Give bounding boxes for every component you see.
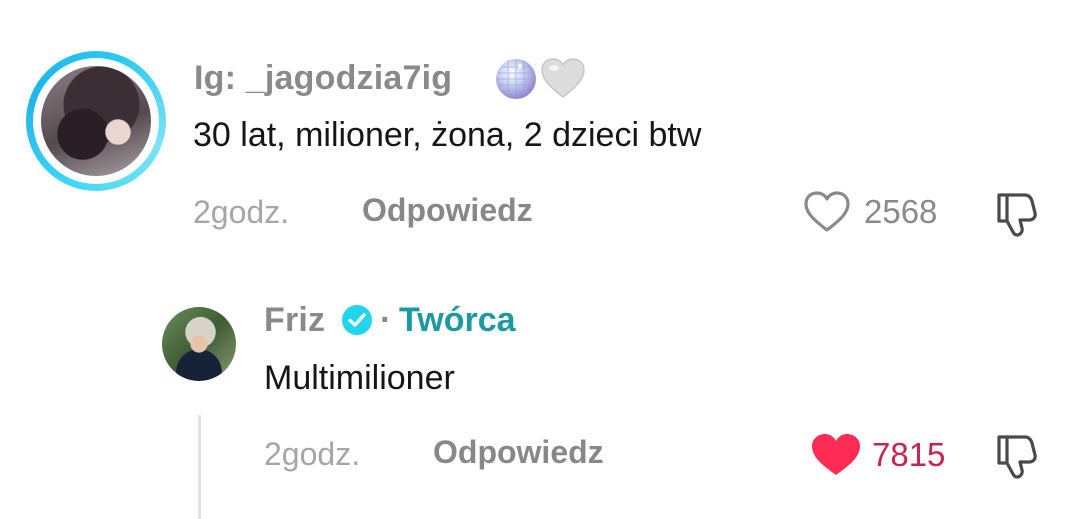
reply-text: Multimilioner [264, 359, 455, 397]
creator-badge: Twórca [399, 301, 516, 339]
comment-username[interactable]: Ig: _jagodzia7ig [194, 59, 452, 98]
reply-button[interactable]: Odpowiedz [362, 192, 533, 229]
comment-text: 30 lat, milioner, żona, 2 dzieci btw [193, 116, 702, 154]
thumbs-down-icon[interactable] [989, 431, 1039, 481]
like-count: 7815 [872, 436, 946, 473]
white-heart-icon [541, 58, 585, 98]
heart-filled-icon[interactable] [810, 432, 862, 478]
comment-timestamp: 2godz. [193, 194, 290, 230]
heart-outline-icon[interactable] [803, 190, 851, 234]
mirror-ball-icon [496, 59, 536, 99]
previous-comment-clipped [0, 0, 1080, 4]
separator-dot: · [380, 301, 392, 339]
avatar-photo [41, 66, 151, 176]
verified-badge-icon [342, 305, 372, 335]
avatar[interactable] [162, 307, 236, 381]
thread-line [198, 415, 201, 519]
reply-username[interactable]: Friz [264, 301, 325, 340]
reply-button[interactable]: Odpowiedz [433, 434, 604, 471]
reply-timestamp: 2godz. [264, 436, 361, 472]
avatar[interactable] [26, 51, 166, 191]
thumbs-down-icon[interactable] [989, 189, 1039, 239]
like-count: 2568 [864, 193, 938, 230]
